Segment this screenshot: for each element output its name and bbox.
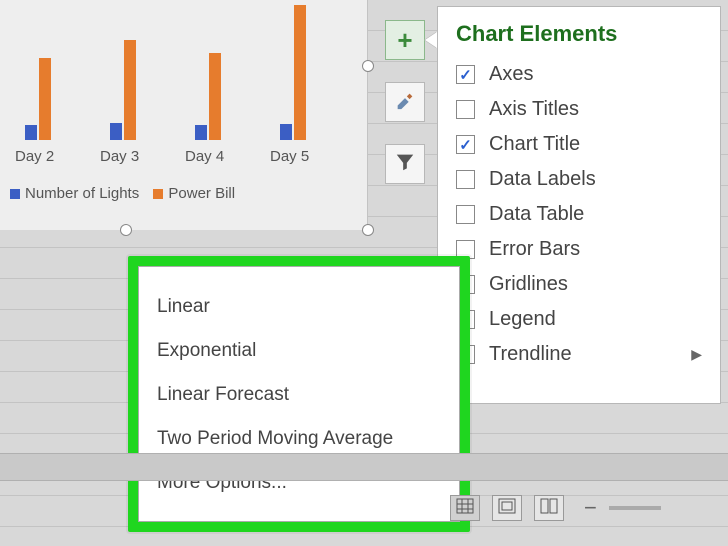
bar-series1-day2[interactable] [25,125,37,140]
panel-title: Chart Elements [456,21,702,47]
submenu-arrow-icon[interactable]: ▶ [691,346,702,363]
x-axis-label: Day 4 [185,148,224,165]
plus-icon: + [397,27,412,53]
normal-view-button[interactable] [450,495,480,521]
view-controls: − [450,488,728,528]
chart-plot-area [0,0,368,140]
legend-swatch-series1 [10,189,20,199]
legend-swatch-series2 [153,189,163,199]
chart-element-chart-title[interactable]: Chart Title [456,127,702,162]
brush-icon [394,89,416,116]
item-label: Axis Titles [489,98,579,121]
trendline-option-exponential[interactable]: Exponential [157,329,449,373]
legend-label: Number of Lights [25,185,139,202]
selection-handle[interactable] [362,60,374,72]
bar-series2-day2[interactable] [39,58,51,140]
chart-element-axes[interactable]: Axes [456,57,702,92]
bar-series1-day4[interactable] [195,125,207,140]
page-layout-view-button[interactable] [492,495,522,521]
trendline-submenu-highlight: Linear Exponential Linear Forecast Two P… [128,256,470,532]
page-break-icon [540,498,558,519]
chart-legend[interactable]: Number of Lights Power Bill [0,185,235,202]
item-label: Data Table [489,203,584,226]
checkbox-icon[interactable] [456,135,475,154]
chart-element-gridlines[interactable]: Gridlines [456,267,702,302]
selection-handle[interactable] [120,224,132,236]
bar-series2-day5[interactable] [294,5,306,140]
status-bar [0,453,728,481]
x-axis-label: Day 5 [270,148,309,165]
chart-elements-panel: Chart Elements Axes Axis Titles Chart Ti… [437,6,721,404]
funnel-icon [394,151,416,178]
chart-element-error-bars[interactable]: Error Bars [456,232,702,267]
chart-element-legend[interactable]: Legend [456,302,702,337]
zoom-slider[interactable] [609,506,661,510]
x-axis-label: Day 2 [15,148,54,165]
page-break-view-button[interactable] [534,495,564,521]
chart-styles-button[interactable] [385,82,425,122]
trendline-option-linear[interactable]: Linear [157,285,449,329]
trendline-option-linear-forecast[interactable]: Linear Forecast [157,373,449,417]
page-layout-icon [498,498,516,519]
checkbox-icon[interactable] [456,65,475,84]
item-label: Axes [489,63,533,86]
bar-series1-day5[interactable] [280,124,292,140]
selection-handle[interactable] [362,224,374,236]
item-label: Error Bars [489,238,580,261]
x-axis-label: Day 3 [100,148,139,165]
bar-series2-day4[interactable] [209,53,221,140]
chart-filters-button[interactable] [385,144,425,184]
item-label: Data Labels [489,168,596,191]
chart-element-trendline[interactable]: Trendline ▶ [456,337,702,372]
bar-series1-day3[interactable] [110,123,122,140]
grid-view-icon [456,498,474,519]
checkbox-icon[interactable] [456,170,475,189]
item-label: Legend [489,308,556,331]
item-label: Chart Title [489,133,580,156]
chart-element-data-labels[interactable]: Data Labels [456,162,702,197]
chart-element-data-table[interactable]: Data Table [456,197,702,232]
item-label: Gridlines [489,273,568,296]
chart-elements-button[interactable]: + [385,20,425,60]
legend-label: Power Bill [168,185,235,202]
zoom-out-button[interactable]: − [584,495,597,521]
chart-element-axis-titles[interactable]: Axis Titles [456,92,702,127]
chart-object[interactable]: Day 2 Day 3 Day 4 Day 5 Number of Lights… [0,0,368,230]
trendline-submenu: Linear Exponential Linear Forecast Two P… [138,266,460,522]
checkbox-icon[interactable] [456,205,475,224]
flyout-pointer [425,32,437,48]
checkbox-icon[interactable] [456,100,475,119]
item-label: Trendline [489,343,572,366]
bar-series2-day3[interactable] [124,40,136,140]
